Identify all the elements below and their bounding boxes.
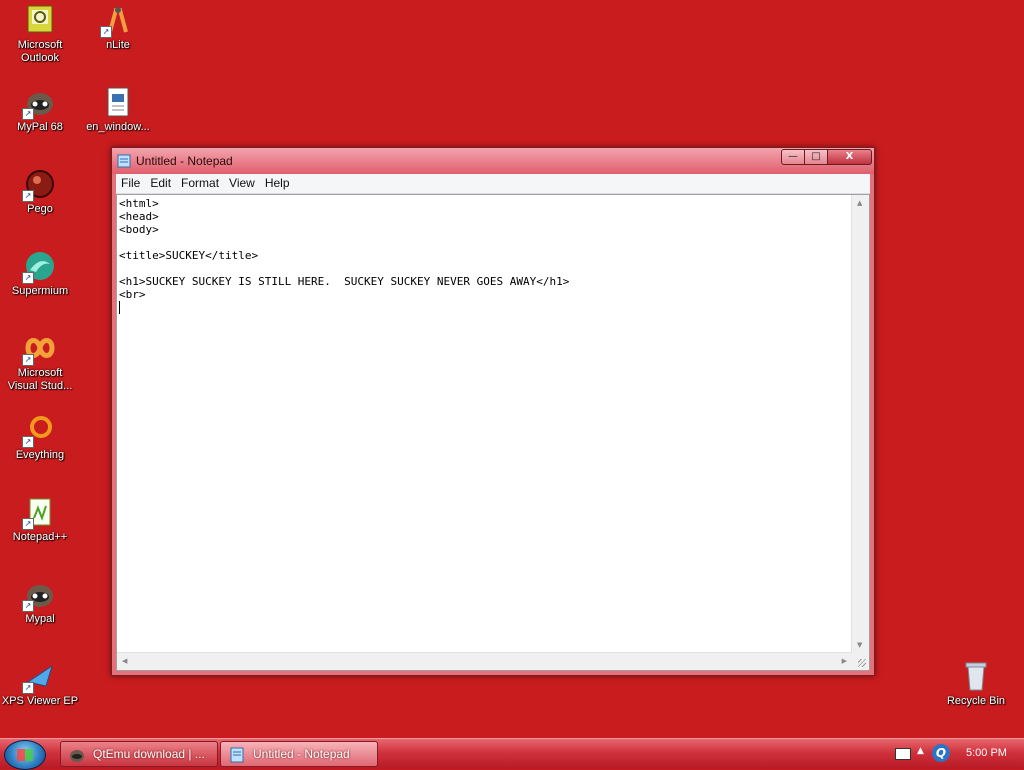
menu-bar: File Edit Format View Help [116, 174, 870, 194]
shortcut-arrow-icon: ↗ [22, 108, 34, 120]
shortcut-arrow-icon: ↗ [22, 272, 34, 284]
scroll-right-arrow-icon[interactable]: ▶ [842, 657, 847, 665]
notepad-window[interactable]: Untitled - Notepad — □ X File Edit Format V… [111, 147, 875, 676]
scroll-up-arrow-icon[interactable]: ▲ [857, 199, 862, 207]
desktop-icon-mypal[interactable]: ↗ Mypal [0, 578, 80, 626]
desktop-icon-label: nLite [106, 39, 130, 51]
shortcut-arrow-icon: ↗ [100, 26, 112, 38]
taskbar: QtEmu download | ... Untitled - Notepad … [0, 738, 1024, 770]
show-hidden-icons-icon[interactable]: ▲ [917, 746, 924, 756]
desktop-icon-label: en_window... [86, 121, 150, 133]
taskbar-item-qtemu[interactable]: QtEmu download | ... [60, 741, 218, 767]
shortcut-arrow-icon: ↗ [22, 354, 34, 366]
shortcut-arrow-icon: ↗ [22, 436, 34, 448]
visual-studio-icon: ↗ [22, 332, 56, 366]
keyboard-icon[interactable] [895, 748, 911, 760]
text-caret [119, 301, 120, 314]
menu-file[interactable]: File [116, 174, 145, 193]
mypal-raccoon-icon: ↗ [22, 86, 56, 120]
window-titlebar[interactable]: Untitled - Notepad — □ X [112, 148, 874, 174]
taskbar-item-label: Untitled - Notepad [253, 747, 350, 761]
desktop-icon-everything[interactable]: ↗ Eveything [0, 414, 80, 462]
desktop-icon-label: Eveything [15, 449, 65, 461]
notepad-app-icon [230, 747, 244, 763]
desktop-icon-label: Mypal [25, 613, 55, 625]
desktop-icon-label: MyPal 68 [17, 121, 63, 133]
recycle-bin-icon [960, 660, 992, 692]
desktop-icon-label: Recycle Bin [946, 695, 1006, 707]
desktop-icon-notepad-plus-plus[interactable]: ↗ Notepad++ [0, 496, 80, 544]
scroll-left-arrow-icon[interactable]: ◀ [122, 657, 127, 665]
mypal-raccoon-icon: ↗ [22, 578, 56, 612]
desktop-icon-supermium[interactable]: ↗ Supermium [0, 250, 80, 298]
menu-view[interactable]: View [224, 174, 260, 193]
shortcut-arrow-icon: ↗ [22, 518, 34, 530]
close-button[interactable]: X [827, 149, 872, 165]
desktop-icon-xps-viewer[interactable]: ↗ XPS Viewer EP [0, 660, 80, 708]
mypal-raccoon-icon [70, 750, 84, 762]
desktop-icon-mypal-68[interactable]: ↗ MyPal 68 [0, 86, 80, 134]
vertical-scrollbar[interactable]: ▲ ▼ [851, 195, 869, 653]
xps-viewer-icon: ↗ [22, 660, 56, 694]
desktop-icon-microsoft-outlook[interactable]: Microsoft Outlook [0, 4, 80, 65]
taskbar-item-label: QtEmu download | ... [93, 747, 205, 761]
desktop-icon-label: Pego [27, 203, 53, 215]
menu-help[interactable]: Help [260, 174, 295, 193]
desktop-icon-label: Supermium [11, 285, 69, 297]
text-editor-area[interactable]: <html> <head> <body> <title>SUCKEY</titl… [116, 194, 870, 671]
desktop-icon-label: XPS Viewer EP [1, 695, 79, 707]
shortcut-arrow-icon: ↗ [22, 190, 34, 202]
start-button[interactable] [4, 740, 46, 770]
editor-text[interactable]: <html> <head> <body> <title>SUCKEY</titl… [119, 197, 854, 652]
notepad-app-icon [117, 154, 131, 168]
window-title: Untitled - Notepad [136, 154, 233, 168]
shortcut-arrow-icon: ↗ [22, 600, 34, 612]
file-document-icon [102, 86, 134, 118]
supermium-icon: ↗ [22, 250, 56, 284]
desktop-icon-en-windows[interactable]: en_window... [78, 86, 158, 134]
qtip-tray-icon[interactable]: Q [932, 744, 950, 762]
notepad-plus-plus-icon: ↗ [22, 496, 56, 530]
menu-format[interactable]: Format [176, 174, 224, 193]
windows-logo-icon [17, 749, 33, 761]
resize-grip-icon[interactable] [852, 653, 869, 670]
maximize-button[interactable]: □ [804, 149, 828, 165]
everything-search-icon: ↗ [22, 414, 56, 448]
desktop-icon-recycle-bin[interactable]: Recycle Bin [936, 660, 1016, 708]
scroll-down-arrow-icon[interactable]: ▼ [857, 641, 862, 649]
horizontal-scrollbar[interactable]: ◀ ▶ [117, 652, 852, 670]
shortcut-arrow-icon: ↗ [22, 682, 34, 694]
system-tray: ▲ Q 5:00 PM [884, 739, 1024, 769]
nlite-icon: ↗ [100, 4, 134, 38]
desktop-icon-visual-studio[interactable]: ↗ Microsoft Visual Stud... [0, 332, 80, 393]
outlook-icon [24, 4, 56, 36]
taskbar-item-notepad[interactable]: Untitled - Notepad [220, 741, 378, 767]
minimize-button[interactable]: — [781, 149, 805, 165]
pego-icon: ↗ [22, 168, 56, 202]
desktop-icon-label: Microsoft Visual Stud... [7, 367, 73, 392]
desktop-icon-label: Microsoft Outlook [17, 39, 63, 64]
menu-edit[interactable]: Edit [145, 174, 176, 193]
desktop-icon-label: Notepad++ [12, 531, 68, 543]
desktop-icon-pego[interactable]: ↗ Pego [0, 168, 80, 216]
desktop-icon-nlite[interactable]: ↗ nLite [78, 4, 158, 52]
clock[interactable]: 5:00 PM [966, 747, 1007, 759]
